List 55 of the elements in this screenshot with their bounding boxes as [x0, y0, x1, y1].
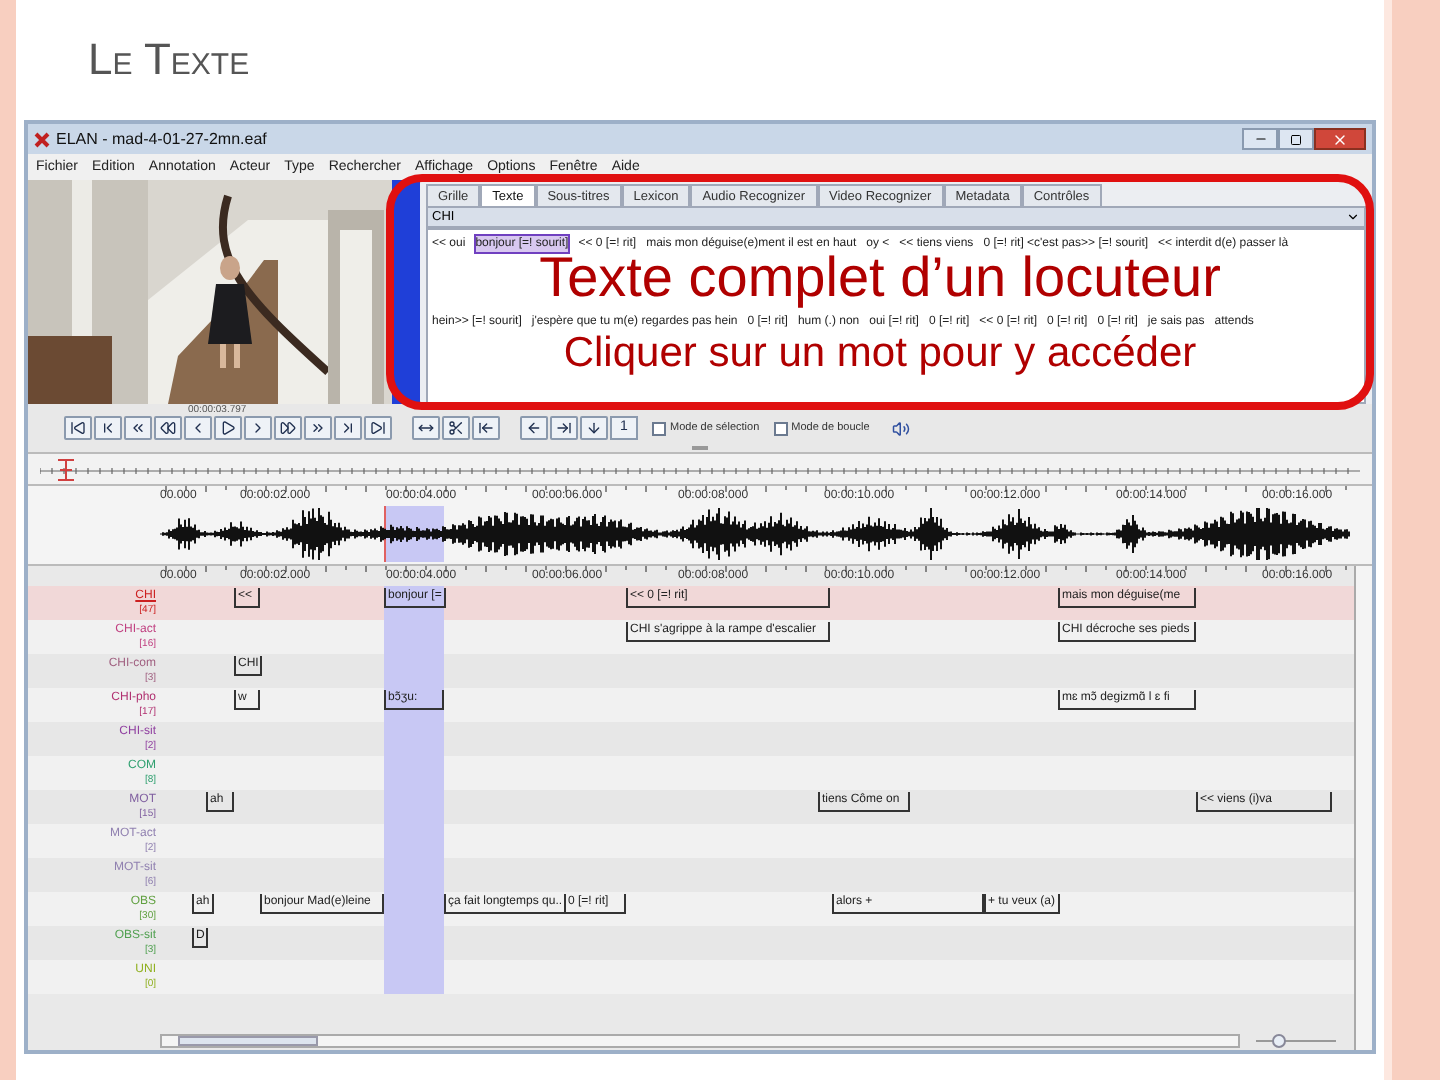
chevron-left-icon [190, 420, 206, 436]
selection-highlight [384, 586, 444, 620]
callout-title: Texte complet d’un locuteur [539, 250, 1221, 306]
slide-title: Le Texte [88, 32, 250, 88]
checkbox[interactable] [773, 421, 788, 435]
toolbar-button[interactable] [274, 416, 302, 440]
window-title: ELAN - mad-4-01-27-2mn.eaf [56, 129, 267, 149]
toolbar-button[interactable] [550, 416, 578, 440]
splitter-handle[interactable] [692, 446, 708, 450]
double-chevron-right-icon [310, 420, 326, 436]
toolbar-button[interactable] [334, 416, 362, 440]
chevron-last-icon [340, 420, 356, 436]
toolbar-button[interactable] [214, 416, 242, 440]
arrow-left-icon [526, 420, 542, 436]
speaker-icon[interactable] [891, 419, 910, 437]
scissors-icon [448, 420, 464, 436]
minimize-icon [1253, 132, 1267, 146]
toolbar-button[interactable] [520, 416, 548, 440]
slider-thumb[interactable] [1272, 1033, 1287, 1047]
toolbar-button[interactable] [472, 416, 500, 440]
chevron-right-icon [250, 420, 266, 436]
vertical-scrollbar[interactable] [1354, 566, 1372, 1050]
toolbar-button[interactable] [364, 416, 392, 440]
scrollbar-thumb[interactable] [178, 1035, 318, 1045]
chevron-down-icon [1346, 210, 1360, 224]
callout-subtitle: Cliquer sur un mot pour y accéder [563, 330, 1197, 378]
toolbar-button[interactable] [412, 416, 440, 440]
arrow-right-to-line-icon [556, 420, 572, 436]
toolbar-button[interactable] [442, 416, 470, 440]
skip-back-icon [70, 420, 86, 436]
zoom-slider[interactable] [1256, 1033, 1336, 1047]
horizontal-arrows-icon [418, 420, 434, 436]
selection-highlight [384, 960, 444, 994]
horizontal-scrollbar[interactable] [160, 1033, 1240, 1047]
checkbox[interactable] [652, 421, 666, 435]
app-logo-icon [34, 131, 50, 147]
fast-forward-icon [280, 420, 296, 436]
arrow-to-line-icon [478, 420, 494, 436]
toolbar-button[interactable] [94, 416, 122, 440]
toolbar-button[interactable] [154, 416, 182, 440]
double-chevron-left-icon [130, 420, 146, 436]
playhead-marker-icon [58, 458, 74, 482]
arrow-down-icon [586, 420, 602, 436]
play-icon [220, 420, 236, 436]
chevron-first-icon [100, 420, 116, 436]
toolbar-button[interactable] [64, 416, 92, 440]
maximize-button[interactable] [1278, 128, 1314, 150]
skip-forward-icon [370, 420, 386, 436]
maximize-icon [1290, 133, 1302, 145]
toolbar-button[interactable] [304, 416, 332, 440]
toolbar-button[interactable] [124, 416, 152, 440]
toolbar-button[interactable] [580, 416, 608, 440]
close-button[interactable] [1314, 128, 1366, 150]
rewind-icon [160, 420, 176, 436]
close-icon [1332, 131, 1348, 147]
